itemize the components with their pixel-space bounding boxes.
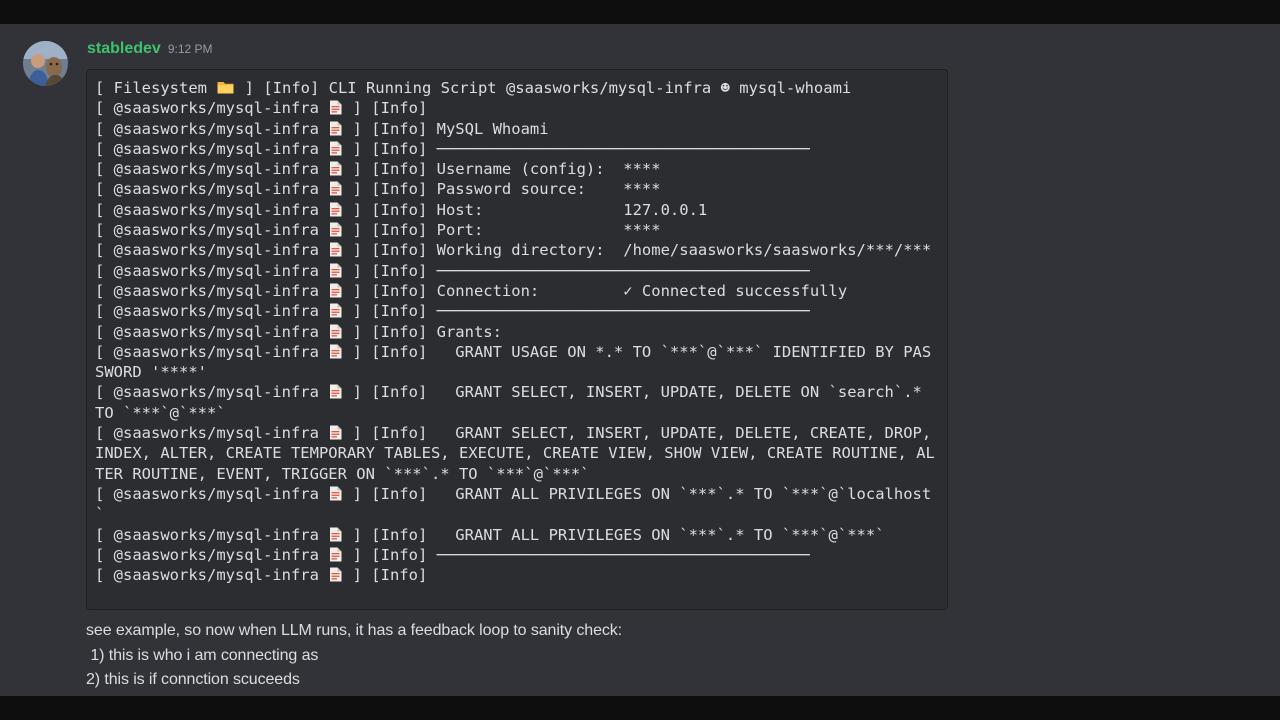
file-icon — [329, 527, 342, 542]
code-text: [ @saasworks/mysql-infra — [95, 99, 329, 118]
code-text: [ @saasworks/mysql-infra — [95, 566, 329, 585]
code-text: [ @saasworks/mysql-infra — [95, 525, 329, 544]
code-text: ] [Info] Host: 127.0.0.1 — [343, 200, 708, 219]
code-line: [ @saasworks/mysql-infra ] [Info] Grants… — [95, 322, 939, 342]
file-icon — [329, 121, 342, 136]
file-icon — [329, 202, 342, 217]
file-icon — [329, 547, 342, 562]
file-icon — [329, 344, 342, 359]
code-line: [ @saasworks/mysql-infra ] [Info] Workin… — [95, 240, 939, 260]
file-icon — [329, 567, 342, 582]
bottom-letterbox-bar — [0, 696, 1280, 720]
code-line: [ @saasworks/mysql-infra ] [Info] GRANT … — [95, 525, 939, 545]
code-line: [ @saasworks/mysql-infra ] [Info] ──────… — [95, 301, 939, 321]
code-text: [ Filesystem — [95, 79, 217, 97]
code-text: [ @saasworks/mysql-infra — [95, 383, 329, 402]
code-line: [ @saasworks/mysql-infra ] [Info] Passwo… — [95, 179, 939, 199]
code-text: [ @saasworks/mysql-infra — [95, 221, 329, 240]
code-text: [ @saasworks/mysql-infra — [95, 545, 329, 564]
code-text: ] [Info] Username (config): **** — [343, 160, 661, 179]
message-text-line: see example, so now when LLM runs, it ha… — [86, 622, 623, 639]
code-text: [ @saasworks/mysql-infra — [95, 160, 329, 179]
folder-icon — [217, 79, 234, 94]
code-line: [ @saasworks/mysql-infra ] [Info] Host: … — [95, 200, 939, 220]
code-text: [ @saasworks/mysql-infra — [95, 261, 329, 280]
file-icon — [329, 425, 342, 440]
code-line: [ @saasworks/mysql-infra ] [Info] Port: … — [95, 220, 939, 240]
code-text: [ @saasworks/mysql-infra — [95, 424, 329, 443]
code-text: ] [Info] Port: **** — [343, 221, 661, 240]
code-text: ] [Info] GRANT ALL PRIVILEGES ON `***`.*… — [343, 525, 885, 544]
code-block: [ Filesystem ] [Info] CLI Running Script… — [86, 69, 948, 610]
file-icon — [329, 486, 342, 501]
file-icon — [329, 222, 342, 237]
code-line: [ @saasworks/mysql-infra ] [Info] GRANT … — [95, 484, 939, 525]
code-text: [ @saasworks/mysql-infra — [95, 322, 329, 341]
code-text: [ @saasworks/mysql-infra — [95, 200, 329, 219]
file-icon — [329, 324, 342, 339]
code-line: [ @saasworks/mysql-infra ] [Info] Connec… — [95, 281, 939, 301]
code-line: [ @saasworks/mysql-infra ] [Info] ──────… — [95, 139, 939, 159]
top-letterbox-bar — [0, 0, 1280, 24]
code-text: ] [Info] ───────────────────────────────… — [343, 302, 810, 321]
code-text: ] [Info] Working directory: /home/saaswo… — [343, 241, 932, 260]
code-text: ] [Info] Connection: ✓ Connected success… — [343, 281, 848, 300]
code-text: [ @saasworks/mysql-infra — [95, 302, 329, 321]
author-name[interactable]: stabledev — [87, 40, 161, 58]
avatar[interactable] — [23, 41, 68, 86]
code-text: ] [Info] — [343, 99, 428, 118]
code-line: [ @saasworks/mysql-infra ] [Info] Userna… — [95, 159, 939, 179]
file-icon — [329, 100, 342, 115]
code-text: [ @saasworks/mysql-infra — [95, 180, 329, 199]
code-text: [ @saasworks/mysql-infra — [95, 342, 329, 361]
code-text: ] [Info] — [343, 566, 428, 585]
file-icon — [329, 263, 342, 278]
code-line: [ @saasworks/mysql-infra ] [Info] — [95, 565, 939, 585]
file-icon — [329, 181, 342, 196]
code-text: ] [Info] ───────────────────────────────… — [343, 139, 810, 158]
code-text: [ @saasworks/mysql-infra — [95, 281, 329, 300]
chat-message: stabledev 9:12 PM [ Filesystem ] [Info] … — [0, 24, 1280, 696]
code-line: [ @saasworks/mysql-infra ] [Info] GRANT … — [95, 423, 939, 484]
code-text: [ @saasworks/mysql-infra — [95, 119, 329, 138]
file-icon — [329, 161, 342, 176]
file-icon — [329, 141, 342, 156]
file-icon — [329, 303, 342, 318]
code-text: [ @saasworks/mysql-infra — [95, 241, 329, 260]
message-timestamp: 9:12 PM — [167, 42, 213, 56]
code-line: [ @saasworks/mysql-infra ] [Info] MySQL … — [95, 119, 939, 139]
file-icon — [329, 384, 342, 399]
code-text: ] [Info] Password source: **** — [343, 180, 661, 199]
code-line: [ Filesystem ] [Info] CLI Running Script… — [95, 78, 939, 98]
message-text-line: 2) this is if connction scuceeds — [86, 671, 300, 688]
message-text: see example, so now when LLM runs, it ha… — [86, 619, 1186, 693]
code-line: [ @saasworks/mysql-infra ] [Info] ──────… — [95, 545, 939, 565]
message-header: stabledev 9:12 PM — [87, 40, 213, 62]
code-line: [ @saasworks/mysql-infra ] [Info] — [95, 98, 939, 118]
file-icon — [329, 242, 342, 257]
code-text: ] [Info] CLI Running Script @saasworks/m… — [235, 79, 852, 97]
code-text: [ @saasworks/mysql-infra — [95, 139, 329, 158]
code-line: [ @saasworks/mysql-infra ] [Info] ──────… — [95, 261, 939, 281]
file-icon — [329, 283, 342, 298]
avatar-image — [23, 41, 68, 86]
code-text: [ @saasworks/mysql-infra — [95, 484, 329, 503]
code-text: ] [Info] ───────────────────────────────… — [343, 261, 810, 280]
code-text: ] [Info] Grants: — [343, 322, 502, 341]
message-text-line: 1) this is who i am connecting as — [86, 646, 319, 664]
code-text: ] [Info] ───────────────────────────────… — [343, 545, 810, 564]
code-line: [ @saasworks/mysql-infra ] [Info] GRANT … — [95, 342, 939, 383]
code-line: [ @saasworks/mysql-infra ] [Info] GRANT … — [95, 382, 939, 423]
code-text: ] [Info] MySQL Whoami — [343, 119, 549, 138]
